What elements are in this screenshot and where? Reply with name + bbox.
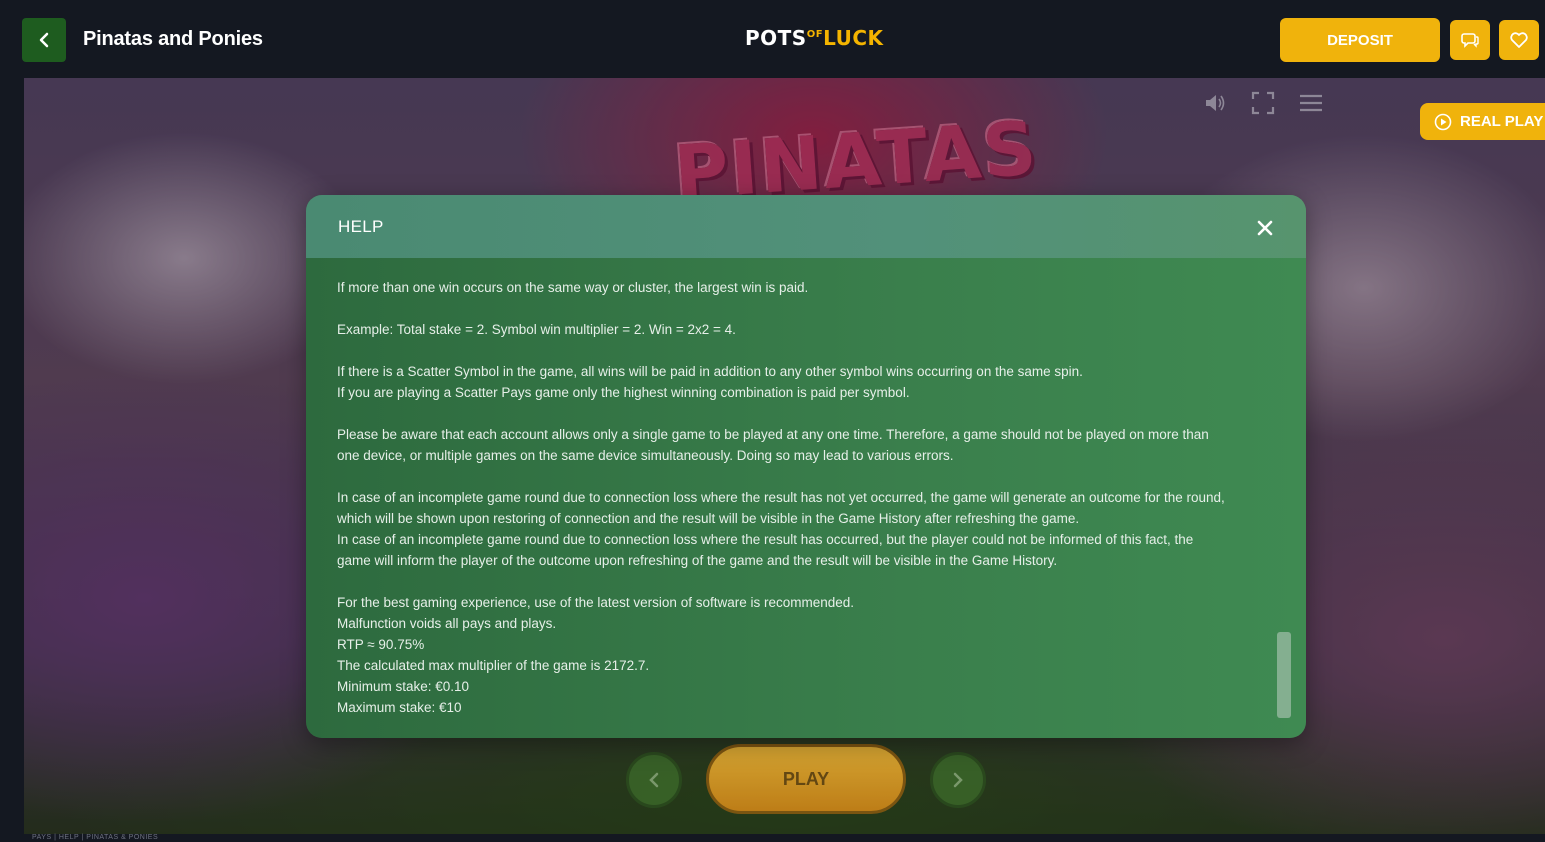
back-button[interactable] (22, 18, 66, 62)
help-paragraph: Please be aware that each account allows… (337, 424, 1277, 466)
site-logo[interactable]: POTSOFLUCK (745, 26, 884, 50)
help-modal: HELP If more than one win occurs on the … (306, 195, 1306, 738)
help-paragraph: Example: Total stake = 2. Symbol win mul… (337, 319, 1277, 340)
logo-text-luck: LUCK (823, 26, 884, 50)
play-circle-icon (1434, 113, 1452, 130)
help-text-line: If more than one win occurs on the same … (337, 280, 809, 295)
chat-button[interactable] (1450, 20, 1490, 60)
previous-bet-button[interactable] (626, 752, 682, 808)
help-paragraph: If there is a Scatter Symbol in the game… (337, 361, 1277, 403)
help-text-line: If you are playing a Scatter Pays game o… (337, 385, 910, 400)
max-multiplier: The calculated max multiplier of the gam… (337, 658, 650, 673)
rtp-value: RTP ≈ 90.75% (337, 637, 425, 652)
help-text-line: Please be aware that each account allows… (337, 427, 1209, 442)
play-button[interactable]: PLAY (706, 744, 906, 814)
real-play-label: REAL PLAY (1460, 113, 1544, 130)
game-title: Pinatas and Ponies (83, 28, 263, 50)
help-modal-body: If more than one win occurs on the same … (337, 277, 1277, 738)
maximum-stake: Maximum stake: €10 (337, 700, 462, 715)
help-text-line: In case of an incomplete game round due … (337, 490, 1225, 505)
minimum-stake: Minimum stake: €0.10 (337, 679, 470, 694)
next-bet-button[interactable] (930, 752, 986, 808)
help-paragraph: If more than one win occurs on the same … (337, 277, 1277, 298)
help-scrollbar[interactable] (1277, 632, 1291, 718)
help-text-line: game will inform the player of the outco… (337, 553, 1058, 568)
breadcrumb: PAYS | HELP | PINATAS & PONIES (32, 834, 159, 841)
help-text-line: Malfunction voids all pays and plays. (337, 616, 557, 631)
favorite-button[interactable] (1499, 20, 1539, 60)
help-modal-header: HELP (306, 195, 1306, 258)
help-text-line: In case of an incomplete game round due … (337, 532, 1194, 547)
help-text-line: Example: Total stake = 2. Symbol win mul… (337, 322, 736, 337)
help-paragraph: In case of an incomplete game round due … (337, 487, 1277, 571)
chevron-left-icon (39, 32, 49, 48)
heart-icon (1510, 32, 1528, 48)
menu-icon[interactable] (1298, 90, 1324, 116)
chat-icon (1461, 33, 1479, 48)
help-text-line: one device, or multiple games on the sam… (337, 448, 954, 463)
speaker-icon[interactable] (1202, 90, 1228, 116)
real-play-button[interactable]: REAL PLAY (1420, 103, 1545, 140)
chevron-right-icon (953, 772, 963, 788)
deposit-button[interactable]: DEPOSIT (1280, 18, 1440, 62)
help-text-line: For the best gaming experience, use of t… (337, 595, 855, 610)
chevron-left-icon (649, 772, 659, 788)
logo-text-pots: POTS (745, 26, 807, 50)
top-bar: Pinatas and Ponies POTSOFLUCK DEPOSIT (0, 0, 1545, 78)
help-text-line: which will be shown upon restoring of co… (337, 511, 1080, 526)
help-modal-title: HELP (338, 217, 384, 236)
help-paragraph: For the best gaming experience, use of t… (337, 592, 1277, 718)
fullscreen-icon[interactable] (1250, 90, 1276, 116)
help-text-line: If there is a Scatter Symbol in the game… (337, 364, 1083, 379)
close-icon[interactable] (1254, 217, 1276, 239)
logo-text-of: OF (806, 29, 824, 40)
